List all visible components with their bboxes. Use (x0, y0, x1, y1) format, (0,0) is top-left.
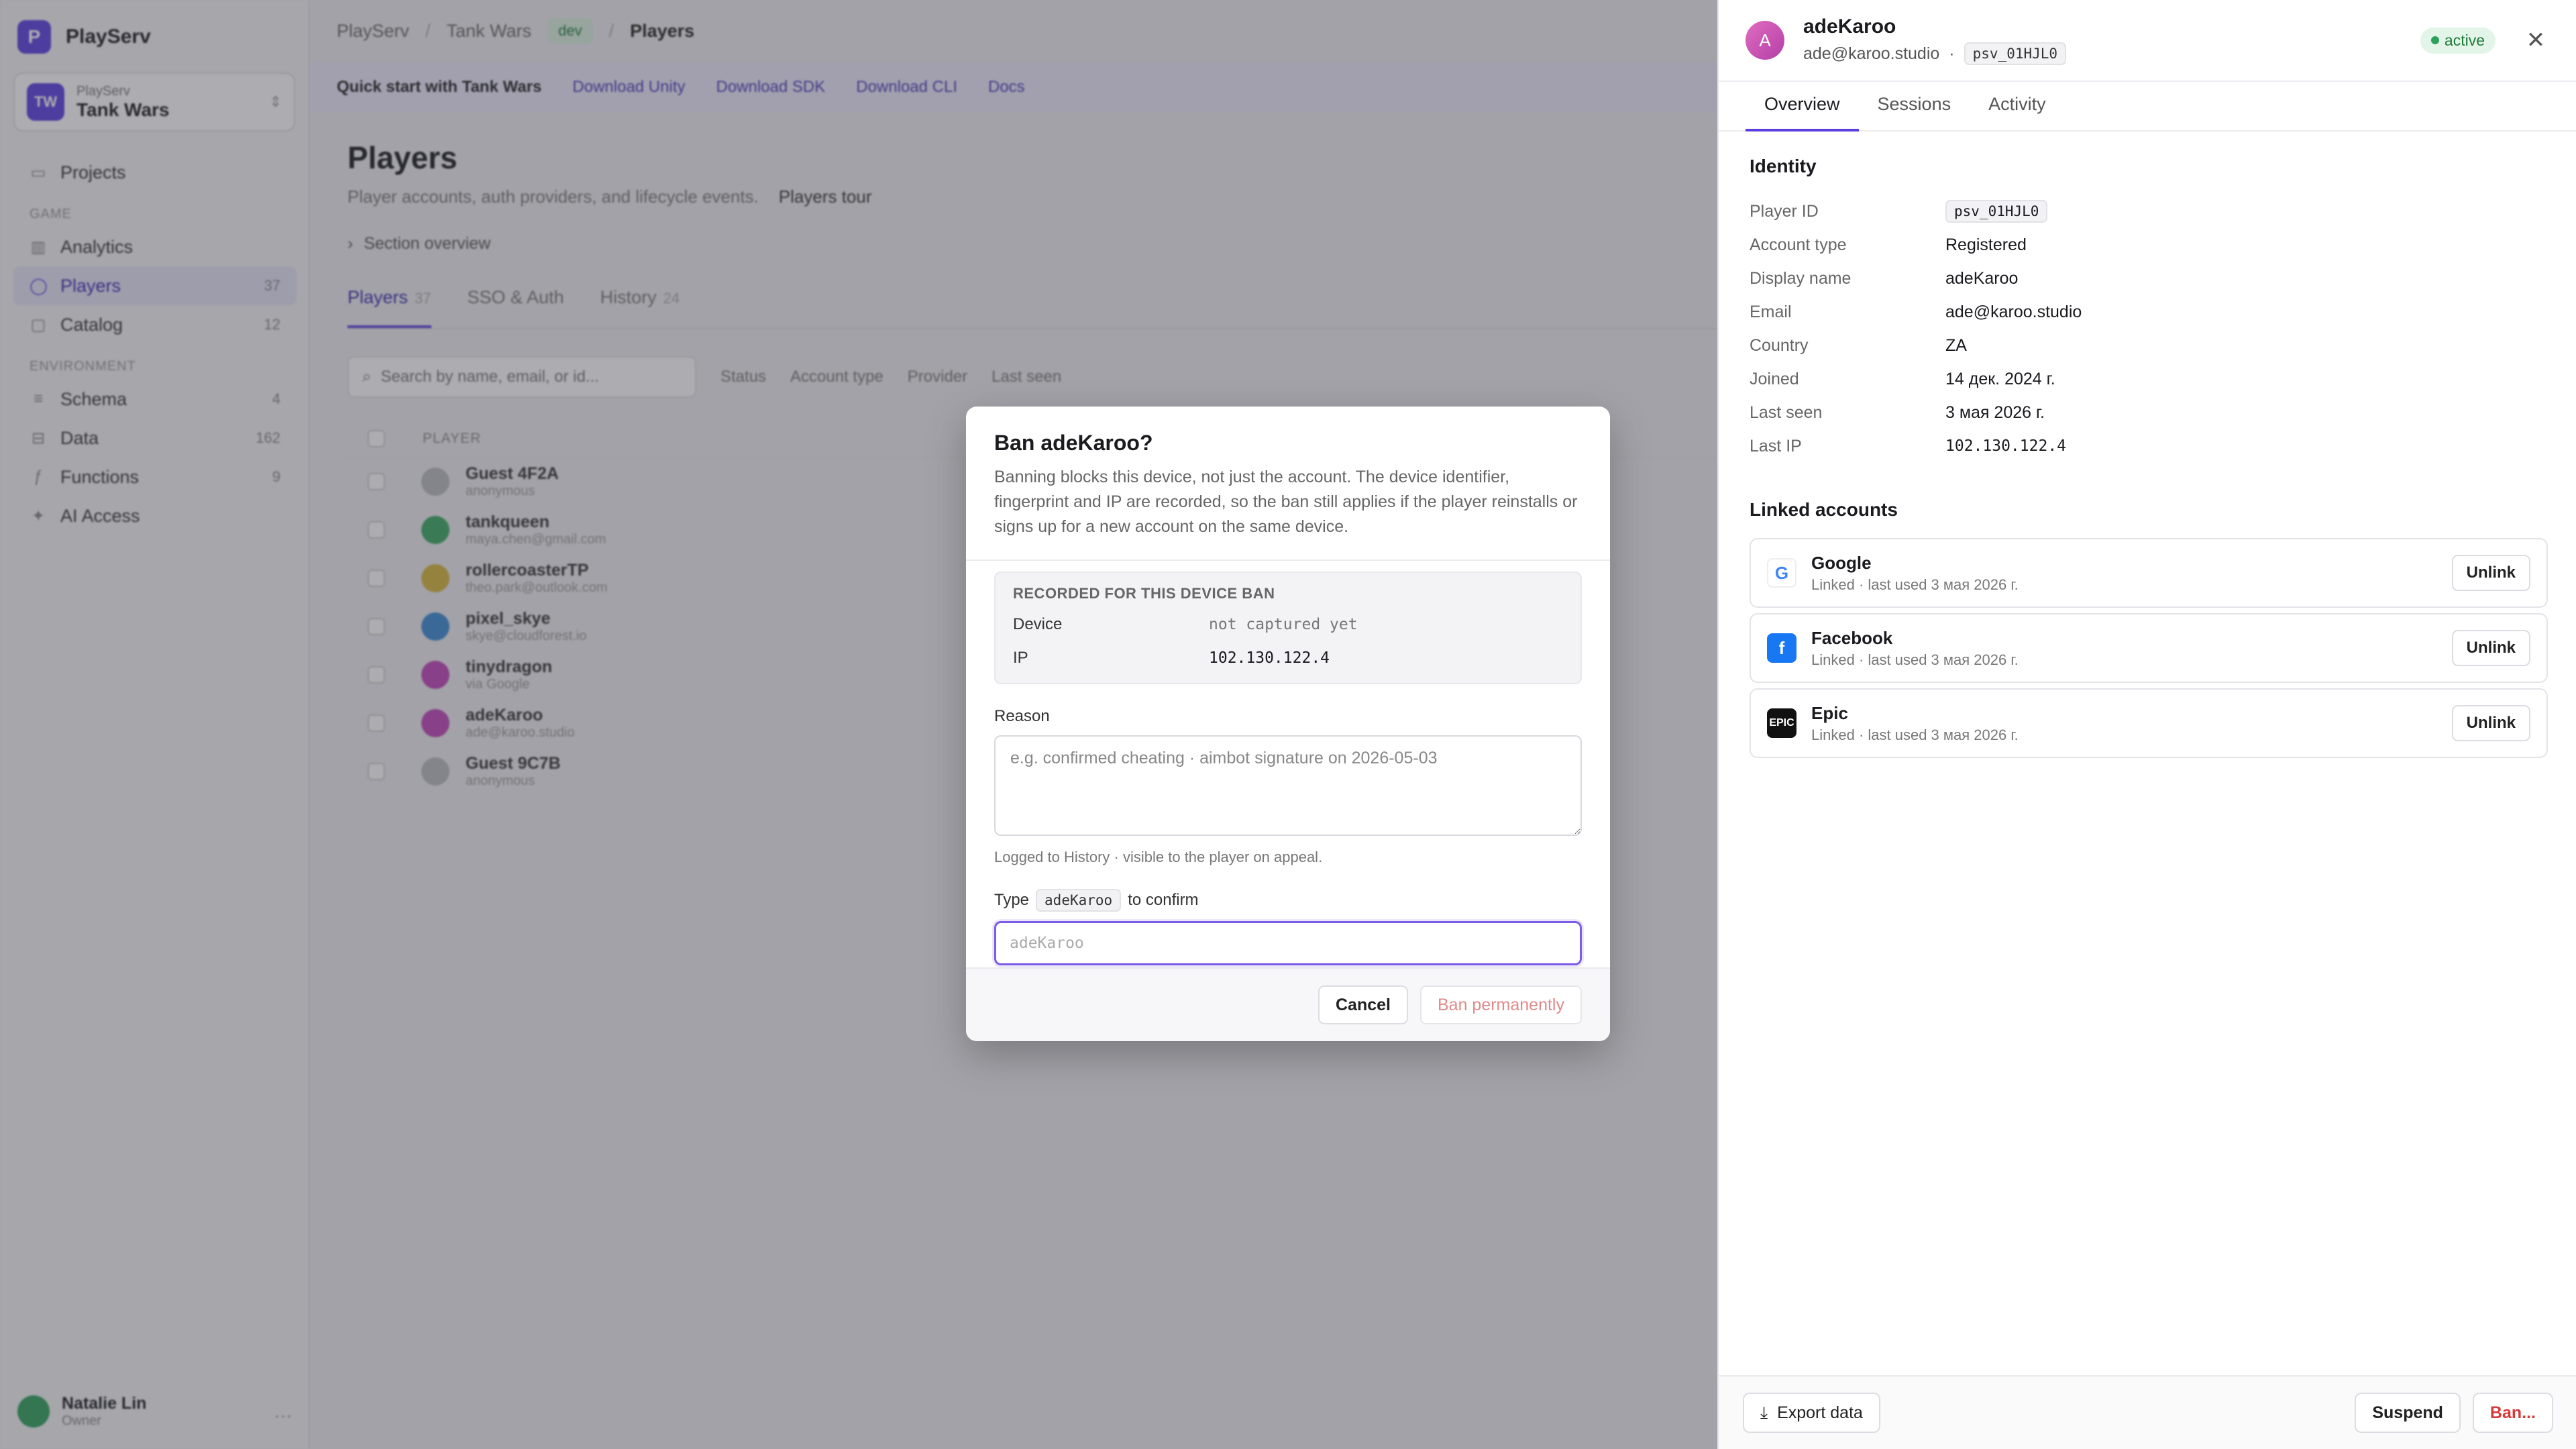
confirm-token: adeKaroo (1036, 889, 1122, 912)
ip-value: 102.130.122.4 (1209, 649, 1330, 667)
dialog-description: Banning blocks this device, not just the… (994, 468, 1578, 536)
recorded-ip-row: IP 102.130.122.4 (1013, 649, 1330, 667)
ban-dialog: Ban adeKaroo? Banning blocks this device… (966, 407, 1610, 1041)
dialog-header: Ban adeKaroo? Banning blocks this device… (966, 407, 1610, 561)
recorded-device-box: RECORDED FOR THIS DEVICE BAN Device not … (994, 572, 1582, 684)
confirm-name-input[interactable] (994, 921, 1582, 965)
dialog-body: RECORDED FOR THIS DEVICE BAN Device not … (966, 561, 1610, 965)
recorded-device-row: Device not captured yet (1013, 615, 1358, 633)
dialog-footer: Cancel Ban permanently (966, 967, 1610, 1041)
ban-permanently-button[interactable]: Ban permanently (1419, 985, 1582, 1024)
cancel-button[interactable]: Cancel (1318, 985, 1408, 1024)
reason-label: Reason (994, 707, 1050, 725)
device-value: not captured yet (1209, 616, 1358, 633)
drawer-overlay (1717, 0, 2576, 1449)
confirm-label: Type adeKaroo to confirm (994, 889, 1582, 912)
dialog-title: Ban adeKaroo? (994, 431, 1153, 455)
recorded-title: RECORDED FOR THIS DEVICE BAN (1013, 585, 1275, 602)
reason-textarea[interactable] (994, 735, 1582, 836)
reason-hint: Logged to History · visible to the playe… (994, 849, 1323, 865)
